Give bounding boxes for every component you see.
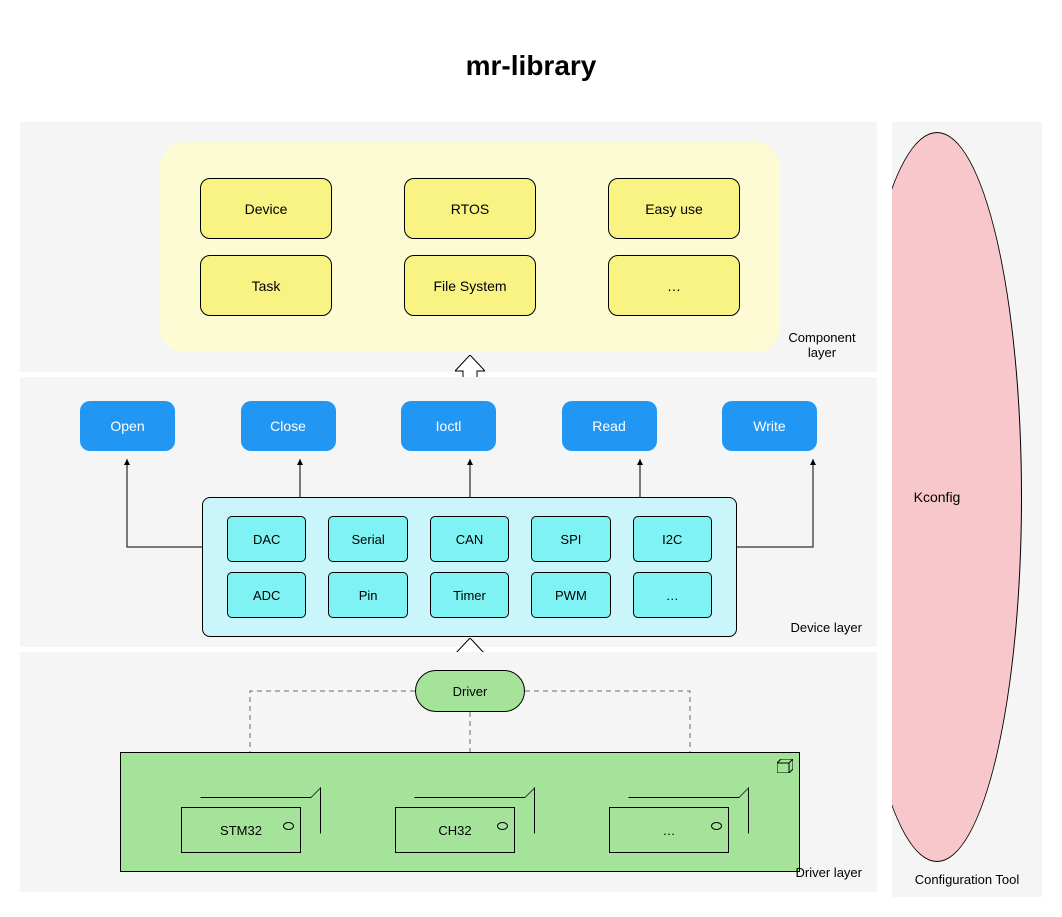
component-device: Device bbox=[200, 178, 332, 239]
layers-column: Device RTOS Easy use Task File System … … bbox=[20, 122, 877, 897]
device-pin: Pin bbox=[328, 572, 407, 618]
driver-layer-label: Driver layer bbox=[796, 865, 862, 880]
component-group: Device RTOS Easy use Task File System … bbox=[160, 142, 780, 352]
device-serial: Serial bbox=[328, 516, 407, 562]
device-more: … bbox=[633, 572, 712, 618]
config-tool-label: Configuration Tool bbox=[892, 872, 1042, 887]
device-pwm: PWM bbox=[531, 572, 610, 618]
driver-layer: Driver STM32 CH32 bbox=[20, 652, 877, 892]
device-spi: SPI bbox=[531, 516, 610, 562]
device-dac: DAC bbox=[227, 516, 306, 562]
chip-stm32: STM32 bbox=[181, 797, 311, 853]
component-more: … bbox=[608, 255, 740, 316]
device-layer: Open Close Ioctl Read Write DAC Serial C… bbox=[20, 377, 877, 647]
main-container: Device RTOS Easy use Task File System … … bbox=[20, 122, 1042, 897]
chip-label: CH32 bbox=[438, 823, 471, 838]
device-layer-label: Device layer bbox=[790, 620, 862, 635]
api-open: Open bbox=[80, 401, 175, 451]
api-ioctl: Ioctl bbox=[401, 401, 496, 451]
diagram-title: mr-library bbox=[20, 50, 1042, 82]
api-write: Write bbox=[722, 401, 817, 451]
component-easy-use: Easy use bbox=[608, 178, 740, 239]
chip-group: STM32 CH32 … bbox=[120, 752, 800, 872]
api-read: Read bbox=[562, 401, 657, 451]
chip-label: … bbox=[663, 823, 676, 838]
api-row: Open Close Ioctl Read Write bbox=[80, 401, 817, 451]
component-layer-label: Component layer bbox=[782, 330, 862, 360]
chip-ch32: CH32 bbox=[395, 797, 525, 853]
device-i2c: I2C bbox=[633, 516, 712, 562]
kconfig-label: Kconfig bbox=[914, 489, 961, 505]
component-layer: Device RTOS Easy use Task File System … … bbox=[20, 122, 877, 372]
chip-more: … bbox=[609, 797, 739, 853]
device-timer: Timer bbox=[430, 572, 509, 618]
chip-label: STM32 bbox=[220, 823, 262, 838]
component-file-system: File System bbox=[404, 255, 536, 316]
config-tool-panel: Kconfig Configuration Tool bbox=[892, 122, 1042, 897]
component-task: Task bbox=[200, 255, 332, 316]
api-close: Close bbox=[241, 401, 336, 451]
config-column: Kconfig Configuration Tool bbox=[892, 122, 1042, 897]
device-adc: ADC bbox=[227, 572, 306, 618]
kconfig-node: Kconfig bbox=[852, 132, 1022, 862]
package-icon bbox=[777, 759, 793, 773]
device-group: DAC Serial CAN SPI I2C ADC Pin Timer PWM… bbox=[202, 497, 737, 637]
component-rtos: RTOS bbox=[404, 178, 536, 239]
driver-node: Driver bbox=[415, 670, 525, 712]
device-can: CAN bbox=[430, 516, 509, 562]
